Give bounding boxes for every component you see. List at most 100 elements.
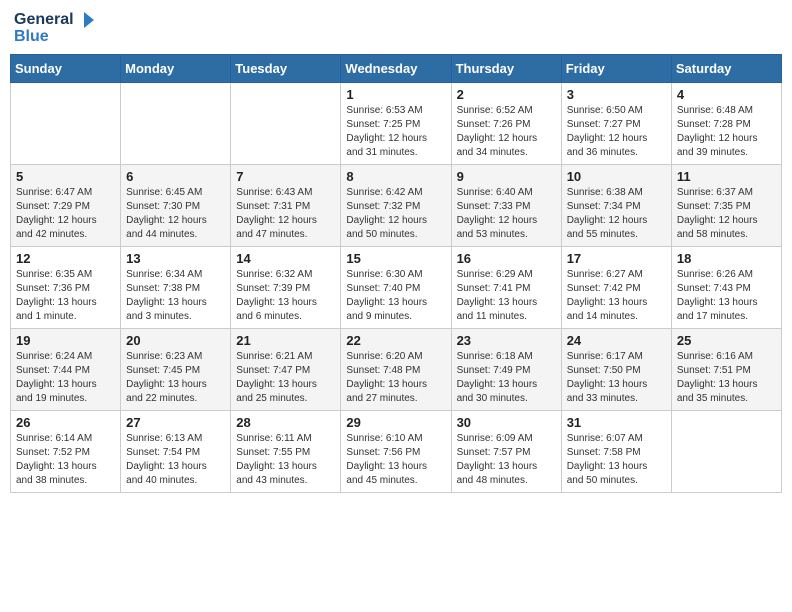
calendar-cell: 17 Sunrise: 6:27 AM Sunset: 7:42 PM Dayli… [561,246,671,328]
day-number: 1 [346,87,445,102]
day-number: 23 [457,333,556,348]
logo-triangle-icon [76,10,96,30]
calendar-cell: 31 Sunrise: 6:07 AM Sunset: 7:58 PM Dayli… [561,410,671,492]
day-info: Sunrise: 6:43 AM Sunset: 7:31 PM Dayligh… [236,186,335,242]
calendar-cell: 14 Sunrise: 6:32 AM Sunset: 7:39 PM Dayli… [231,246,341,328]
day-info: Sunrise: 6:47 AM Sunset: 7:29 PM Dayligh… [16,186,115,242]
day-number: 11 [677,169,776,184]
calendar-week-3: 12 Sunrise: 6:35 AM Sunset: 7:36 PM Dayli… [11,246,782,328]
day-info: Sunrise: 6:40 AM Sunset: 7:33 PM Dayligh… [457,186,556,242]
day-info: Sunrise: 6:11 AM Sunset: 7:55 PM Dayligh… [236,432,335,488]
day-number: 27 [126,415,225,430]
day-info: Sunrise: 6:14 AM Sunset: 7:52 PM Dayligh… [16,432,115,488]
calendar-cell: 19 Sunrise: 6:24 AM Sunset: 7:44 PM Dayli… [11,328,121,410]
logo-container: General Blue [14,10,96,46]
calendar-cell: 15 Sunrise: 6:30 AM Sunset: 7:40 PM Dayli… [341,246,451,328]
calendar-cell: 9 Sunrise: 6:40 AM Sunset: 7:33 PM Daylig… [451,164,561,246]
weekday-header-sunday: Sunday [11,54,121,82]
day-number: 18 [677,251,776,266]
day-number: 12 [16,251,115,266]
day-number: 30 [457,415,556,430]
page-header: General Blue [10,10,782,46]
calendar-cell: 7 Sunrise: 6:43 AM Sunset: 7:31 PM Daylig… [231,164,341,246]
day-info: Sunrise: 6:52 AM Sunset: 7:26 PM Dayligh… [457,104,556,160]
calendar-cell: 20 Sunrise: 6:23 AM Sunset: 7:45 PM Dayli… [121,328,231,410]
calendar-cell: 4 Sunrise: 6:48 AM Sunset: 7:28 PM Daylig… [671,82,781,164]
calendar-cell: 10Sunrise: 6:38 AM Sunset: 7:34 PM Dayli… [561,164,671,246]
weekday-header-row: SundayMondayTuesdayWednesdayThursdayFrid… [11,54,782,82]
day-info: Sunrise: 6:30 AM Sunset: 7:40 PM Dayligh… [346,268,445,324]
day-info: Sunrise: 6:48 AM Sunset: 7:28 PM Dayligh… [677,104,776,160]
day-number: 8 [346,169,445,184]
day-info: Sunrise: 6:24 AM Sunset: 7:44 PM Dayligh… [16,350,115,406]
day-info: Sunrise: 6:13 AM Sunset: 7:54 PM Dayligh… [126,432,225,488]
calendar-cell: 16Sunrise: 6:29 AM Sunset: 7:41 PM Dayli… [451,246,561,328]
calendar-cell [231,82,341,164]
day-number: 25 [677,333,776,348]
day-number: 21 [236,333,335,348]
calendar-cell: 30 Sunrise: 6:09 AM Sunset: 7:57 PM Dayli… [451,410,561,492]
logo-general-text: General [14,11,74,29]
weekday-header-monday: Monday [121,54,231,82]
day-info: Sunrise: 6:35 AM Sunset: 7:36 PM Dayligh… [16,268,115,324]
calendar-cell: 23 Sunrise: 6:18 AM Sunset: 7:49 PM Dayli… [451,328,561,410]
day-number: 9 [457,169,556,184]
calendar-week-1: 1 Sunrise: 6:53 AM Sunset: 7:25 PM Daylig… [11,82,782,164]
calendar-cell: 22 Sunrise: 6:20 AM Sunset: 7:48 PM Dayli… [341,328,451,410]
calendar-cell: 26Sunrise: 6:14 AM Sunset: 7:52 PM Dayli… [11,410,121,492]
day-number: 22 [346,333,445,348]
day-number: 24 [567,333,666,348]
day-info: Sunrise: 6:27 AM Sunset: 7:42 PM Dayligh… [567,268,666,324]
day-number: 2 [457,87,556,102]
calendar-week-4: 19 Sunrise: 6:24 AM Sunset: 7:44 PM Dayli… [11,328,782,410]
calendar-cell: 11Sunrise: 6:37 AM Sunset: 7:35 PM Dayli… [671,164,781,246]
day-info: Sunrise: 6:18 AM Sunset: 7:49 PM Dayligh… [457,350,556,406]
calendar-cell: 25Sunrise: 6:16 AM Sunset: 7:51 PM Dayli… [671,328,781,410]
logo: General Blue [14,10,96,46]
day-info: Sunrise: 6:20 AM Sunset: 7:48 PM Dayligh… [346,350,445,406]
calendar-cell: 18 Sunrise: 6:26 AM Sunset: 7:43 PM Dayli… [671,246,781,328]
day-info: Sunrise: 6:29 AM Sunset: 7:41 PM Dayligh… [457,268,556,324]
day-info: Sunrise: 6:07 AM Sunset: 7:58 PM Dayligh… [567,432,666,488]
calendar-cell: 1 Sunrise: 6:53 AM Sunset: 7:25 PM Daylig… [341,82,451,164]
day-info: Sunrise: 6:32 AM Sunset: 7:39 PM Dayligh… [236,268,335,324]
day-info: Sunrise: 6:26 AM Sunset: 7:43 PM Dayligh… [677,268,776,324]
day-info: Sunrise: 6:10 AM Sunset: 7:56 PM Dayligh… [346,432,445,488]
day-info: Sunrise: 6:53 AM Sunset: 7:25 PM Dayligh… [346,104,445,160]
calendar-cell [11,82,121,164]
day-number: 7 [236,169,335,184]
day-number: 15 [346,251,445,266]
calendar-cell: 2 Sunrise: 6:52 AM Sunset: 7:26 PM Daylig… [451,82,561,164]
day-number: 19 [16,333,115,348]
day-info: Sunrise: 6:42 AM Sunset: 7:32 PM Dayligh… [346,186,445,242]
calendar-cell [121,82,231,164]
day-number: 6 [126,169,225,184]
weekday-header-thursday: Thursday [451,54,561,82]
day-number: 14 [236,251,335,266]
day-number: 13 [126,251,225,266]
day-info: Sunrise: 6:21 AM Sunset: 7:47 PM Dayligh… [236,350,335,406]
day-info: Sunrise: 6:50 AM Sunset: 7:27 PM Dayligh… [567,104,666,160]
day-number: 5 [16,169,115,184]
weekday-header-wednesday: Wednesday [341,54,451,82]
calendar-cell [671,410,781,492]
day-info: Sunrise: 6:17 AM Sunset: 7:50 PM Dayligh… [567,350,666,406]
day-number: 4 [677,87,776,102]
calendar-cell: 21 Sunrise: 6:21 AM Sunset: 7:47 PM Dayli… [231,328,341,410]
calendar-cell: 12 Sunrise: 6:35 AM Sunset: 7:36 PM Dayli… [11,246,121,328]
day-number: 28 [236,415,335,430]
day-info: Sunrise: 6:09 AM Sunset: 7:57 PM Dayligh… [457,432,556,488]
calendar-cell: 6Sunrise: 6:45 AM Sunset: 7:30 PM Daylig… [121,164,231,246]
day-info: Sunrise: 6:38 AM Sunset: 7:34 PM Dayligh… [567,186,666,242]
weekday-header-tuesday: Tuesday [231,54,341,82]
day-number: 17 [567,251,666,266]
calendar-cell: 13Sunrise: 6:34 AM Sunset: 7:38 PM Dayli… [121,246,231,328]
weekday-header-saturday: Saturday [671,54,781,82]
day-info: Sunrise: 6:23 AM Sunset: 7:45 PM Dayligh… [126,350,225,406]
day-number: 31 [567,415,666,430]
calendar-cell: 29Sunrise: 6:10 AM Sunset: 7:56 PM Dayli… [341,410,451,492]
day-number: 20 [126,333,225,348]
day-number: 3 [567,87,666,102]
calendar-table: SundayMondayTuesdayWednesdayThursdayFrid… [10,54,782,493]
calendar-week-2: 5 Sunrise: 6:47 AM Sunset: 7:29 PM Daylig… [11,164,782,246]
